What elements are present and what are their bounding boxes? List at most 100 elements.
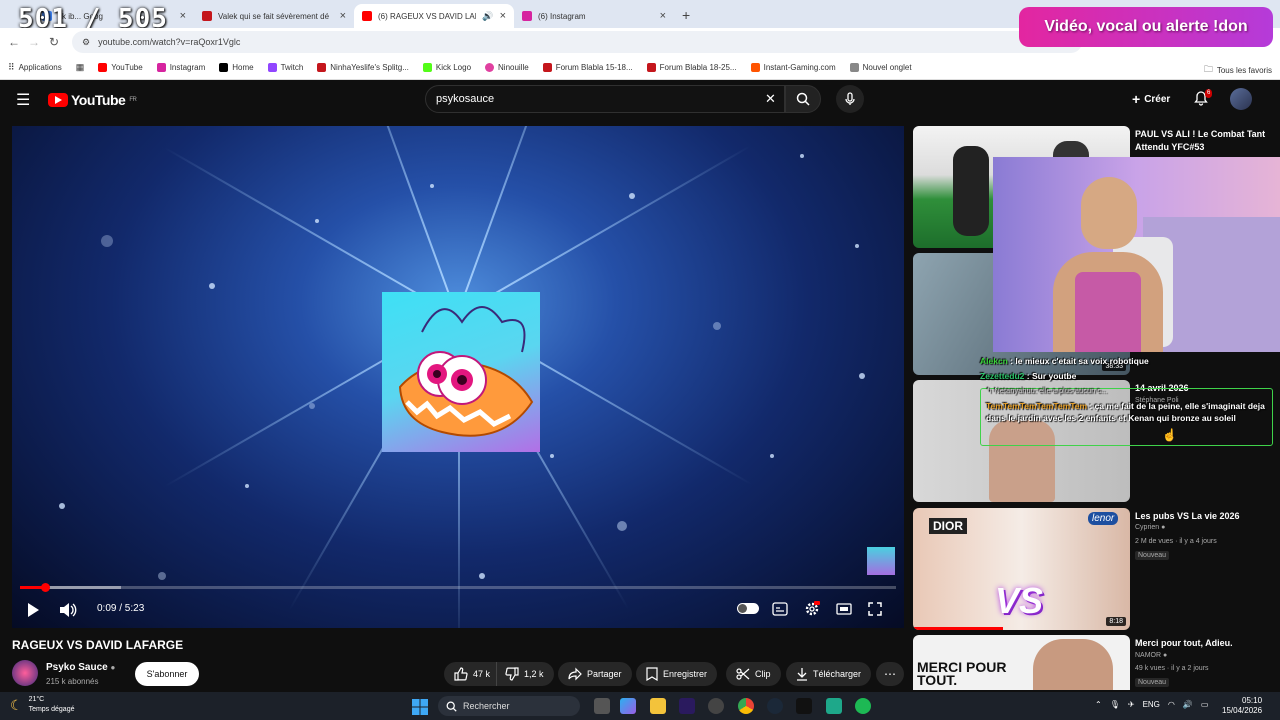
subtitles-button[interactable]	[772, 600, 788, 618]
forward-icon[interactable]: →	[24, 35, 44, 49]
copilot-icon[interactable]	[620, 698, 636, 714]
search-icon	[796, 92, 810, 106]
create-button[interactable]: + Créer	[1126, 87, 1176, 111]
video-player[interactable]: 0:09 / 5:23	[12, 126, 904, 628]
theater-mode-button[interactable]	[836, 600, 852, 618]
close-tab-icon[interactable]: ×	[660, 10, 666, 22]
battery-icon[interactable]: ▭	[1201, 700, 1209, 709]
video-title[interactable]: PAUL VS ALI ! Le Combat Tant Attendu YFC…	[1135, 128, 1273, 154]
recommended-video[interactable]: MERCI POUR TOUT. Merci pour tout, Adieu.…	[913, 635, 1273, 690]
start-button[interactable]	[412, 698, 428, 716]
fullscreen-button[interactable]	[868, 600, 882, 618]
channel-name[interactable]: Cyprien ●	[1135, 524, 1165, 531]
taskbar-search[interactable]: Rechercher	[438, 696, 580, 716]
bookmark-ninouille[interactable]: Ninouille	[485, 63, 529, 72]
chrome-icon[interactable]	[738, 698, 754, 714]
bookmark-new-tab[interactable]: Nouvel onglet	[849, 63, 912, 72]
close-tab-icon[interactable]: ×	[500, 10, 506, 22]
bookmark-twitch[interactable]: Twitch	[267, 63, 303, 72]
chat-text: : Sur youtbe	[1024, 371, 1077, 381]
task-view-icon[interactable]	[594, 698, 610, 714]
subscribe-button[interactable]: S'abonner	[135, 662, 199, 686]
network-off-icon[interactable]: ✈	[1128, 700, 1135, 709]
clear-search-icon[interactable]: ✕	[765, 91, 776, 107]
video-thumbnail[interactable]: DIOR lenor VS 8:18	[913, 508, 1130, 630]
download-icon	[797, 668, 807, 681]
save-button[interactable]: Enregistrer	[636, 662, 718, 686]
microphone-icon[interactable]: 🎙	[1110, 700, 1120, 709]
reload-icon[interactable]: ↻	[44, 35, 64, 49]
bookmark-forum-18-25[interactable]: Forum Blabla 18-25...	[646, 63, 737, 72]
webcam-overlay	[993, 157, 1280, 352]
system-tray: ⌃ 🎙 ✈ ENG ◠ 🔊 ▭	[1095, 700, 1208, 709]
bookmark-instagram[interactable]: Instagram	[156, 63, 205, 72]
new-tab-button[interactable]: +	[682, 7, 690, 23]
obs-icon[interactable]	[708, 698, 724, 714]
video-thumbnail[interactable]: MERCI POUR TOUT.	[913, 635, 1130, 690]
spotify-icon[interactable]	[855, 698, 871, 714]
bookmark-kick[interactable]: Kick Logo	[422, 63, 471, 72]
app-icon[interactable]	[826, 698, 842, 714]
search-button[interactable]	[785, 85, 821, 113]
channel-watermark[interactable]	[867, 547, 895, 575]
weather-widget[interactable]: ☾ 21°C Temps dégagé	[10, 695, 74, 715]
like-button[interactable]: 47 k	[444, 662, 499, 686]
bookmark-instant-gaming[interactable]: Instant-Gaming.com	[750, 63, 836, 72]
video-title[interactable]: Les pubs VS La vie 2026	[1135, 510, 1273, 523]
thumbs-down-icon	[505, 667, 519, 681]
hamburger-menu-icon[interactable]: ☰	[16, 90, 30, 110]
bookmark-home[interactable]: Home	[219, 63, 254, 72]
channel-name[interactable]: NAMOR ●	[1135, 652, 1167, 659]
video-stats: 49 k vues · il y a 2 jours	[1135, 665, 1209, 672]
wifi-icon[interactable]: ◠	[1168, 700, 1175, 709]
premiere-icon[interactable]	[679, 698, 695, 714]
voice-search-button[interactable]	[836, 85, 864, 113]
site-info-icon[interactable]: ⚙	[82, 37, 90, 48]
back-icon[interactable]: ←	[4, 35, 24, 49]
clip-button[interactable]: Clip	[726, 662, 781, 686]
close-tab-icon[interactable]: ×	[180, 10, 186, 22]
scrubber-handle[interactable]	[40, 583, 50, 592]
tab-forum[interactable]: Valek qui se fait sévèrement dé ×	[194, 4, 354, 28]
all-bookmarks[interactable]: 🗀 Tous les favoris	[1204, 62, 1272, 78]
language-indicator[interactable]: ENG	[1143, 700, 1160, 709]
channel-name[interactable]: Psyko Sauce ●	[46, 662, 115, 673]
bookmark-youtube[interactable]: YouTube	[98, 63, 143, 72]
url-field[interactable]: ⚙ youtube.com/watch?v=raQoxr1Vglc	[72, 31, 1082, 53]
speaker-icon[interactable]: 🔊	[482, 11, 493, 22]
share-button[interactable]: Partager	[558, 662, 632, 686]
forum-icon	[646, 63, 656, 72]
video-title[interactable]: Merci pour tout, Adieu.	[1135, 637, 1273, 650]
instagram-icon	[156, 63, 166, 72]
chevron-up-icon[interactable]: ⌃	[1095, 700, 1102, 709]
recommended-video[interactable]: DIOR lenor VS 8:18 Les pubs VS La vie 20…	[913, 508, 1273, 630]
bookmark-grid[interactable]: ▦	[76, 62, 85, 73]
chat-message: Zezettedu2 : Sur youtbe	[980, 370, 1275, 382]
bookmark-forum-15-18[interactable]: Forum Blabla 15-18...	[542, 63, 633, 72]
youtube-icon	[362, 11, 372, 21]
steam-icon[interactable]	[767, 698, 783, 714]
play-button[interactable]	[26, 601, 40, 619]
channel-avatar[interactable]	[12, 660, 38, 686]
progress-bar[interactable]	[20, 583, 896, 592]
volume-button[interactable]	[59, 601, 77, 619]
file-explorer-icon[interactable]	[650, 698, 666, 714]
tab-instagram[interactable]: (6) Instagram ×	[514, 4, 674, 28]
dislike-button[interactable]: 1,2 k	[496, 662, 554, 686]
tiktok-icon[interactable]	[796, 698, 812, 714]
bookmark-splitgate[interactable]: NinhaYeslife's Splitg...	[317, 63, 409, 72]
more-actions-button[interactable]: ⋯	[876, 662, 904, 686]
bookmark-applications[interactable]: ⠿ Applications	[8, 62, 62, 73]
account-avatar[interactable]	[1230, 88, 1252, 110]
youtube-logo[interactable]: YouTube FR	[48, 92, 137, 108]
person-figure	[1033, 639, 1113, 690]
tab-youtube[interactable]: (6) RAGEUX VS DAVID LAFA 🔊 ×	[354, 4, 514, 28]
clock[interactable]: 05:10 15/04/2026	[1222, 696, 1262, 716]
search-input[interactable]: psykosauce	[425, 85, 785, 113]
settings-button[interactable]	[804, 600, 820, 618]
chat-reply: ↰ Netanyahuu: elle a plus aucun c...	[980, 385, 1275, 397]
download-button[interactable]: Télécharger	[786, 662, 872, 686]
speaker-icon[interactable]: 🔊	[1183, 700, 1193, 709]
close-tab-icon[interactable]: ×	[340, 10, 346, 22]
autoplay-toggle[interactable]	[737, 603, 759, 614]
